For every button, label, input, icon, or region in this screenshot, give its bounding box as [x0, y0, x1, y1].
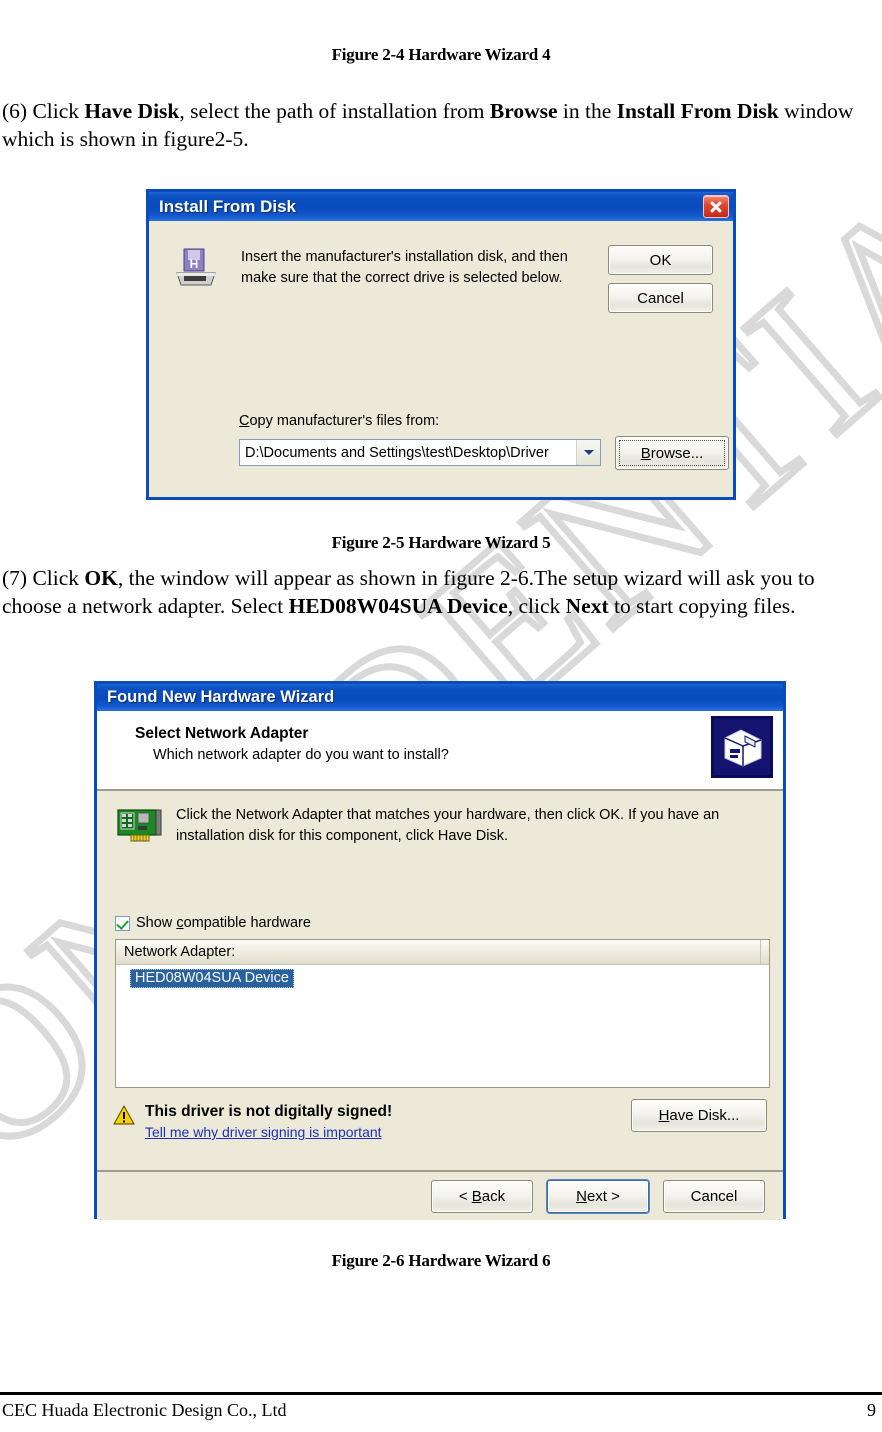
- have-disk-button[interactable]: Have Disk...: [631, 1099, 767, 1132]
- show-compatible-hardware-checkbox-row[interactable]: Show compatible hardware: [115, 915, 311, 931]
- footer-divider: [0, 1392, 882, 1395]
- par6-bold-browse: Browse: [489, 99, 558, 123]
- wizard-footer-buttons: < Back Next > Cancel: [431, 1180, 765, 1213]
- par7-bold-device: HED08W04SUA Device: [288, 593, 508, 618]
- network-card-icon: [117, 809, 162, 842]
- figure-caption-2-6: Figure 2-6 Hardware Wizard 6: [331, 1251, 551, 1270]
- next-button[interactable]: Next >: [547, 1180, 649, 1213]
- wizard-header-subtitle: Which network adapter do you want to ins…: [153, 747, 449, 763]
- footer-page-number: 9: [867, 1400, 876, 1420]
- wizard-body: Click the Network Adapter that matches y…: [97, 791, 783, 1170]
- copy-files-from-label: Copy manufacturer's files from:: [239, 413, 439, 429]
- paragraph-step-7: (7) Click OK, the window will appear as …: [2, 565, 864, 621]
- svg-text:H: H: [190, 257, 199, 271]
- par7-text-3: , click: [507, 593, 566, 618]
- driver-signing-warning-title: This driver is not digitally signed!: [145, 1103, 393, 1120]
- back-button[interactable]: < Back: [431, 1180, 533, 1213]
- network-adapter-column-header: Network Adapter:: [116, 940, 769, 965]
- figure-caption-2-5: Figure 2-5 Hardware Wizard 5: [331, 533, 551, 552]
- install-from-disk-title: Install From Disk: [159, 196, 296, 216]
- path-combobox[interactable]: D:\Documents and Settings\test\Desktop\D…: [239, 439, 601, 466]
- wizard-cancel-button-label: Cancel: [690, 1188, 738, 1205]
- install-from-disk-message-line2: make sure that the correct drive is sele…: [241, 269, 563, 286]
- par6-text-1: (6) Click: [2, 99, 85, 123]
- copy-files-from-rest: opy manufacturer's files from:: [249, 413, 440, 429]
- par7-text-4: to start copying files.: [608, 593, 796, 618]
- install-from-disk-message-line1: Insert the manufacturer's installation d…: [241, 249, 568, 265]
- paragraph-step-6: (6) Click Have Disk, select the path of …: [2, 98, 864, 154]
- install-from-disk-dialog: Install From Disk H Insert the manufactu…: [146, 189, 736, 500]
- wizard-instruction-line1: Click the Network Adapter that matches y…: [176, 807, 720, 823]
- network-adapter-listbox[interactable]: Network Adapter: HED08W04SUA Device: [115, 939, 770, 1088]
- warning-triangle-icon: [113, 1105, 135, 1125]
- copy-files-from-accel: C: [239, 413, 250, 429]
- wizard-instruction: Click the Network Adapter that matches y…: [176, 805, 746, 846]
- footer-company-name: CEC Huada Electronic Design Co., Ltd: [2, 1400, 287, 1420]
- document-page: Figure 2-4 Hardware Wizard 4 (6) Click H…: [0, 0, 882, 1432]
- wizard-title: Found New Hardware Wizard: [107, 688, 335, 706]
- list-item[interactable]: HED08W04SUA Device: [130, 969, 294, 988]
- path-combobox-value: D:\Documents and Settings\test\Desktop\D…: [245, 444, 549, 461]
- network-adapter-list-rows: HED08W04SUA Device: [116, 965, 769, 988]
- browse-button-label: Browse...: [640, 444, 704, 462]
- install-from-disk-message: Insert the manufacturer's installation d…: [241, 247, 591, 288]
- page-footer: CEC Huada Electronic Design Co., Ltd 9: [0, 1392, 882, 1432]
- back-button-label: < Back: [458, 1188, 506, 1205]
- cancel-button-label: Cancel: [637, 289, 684, 307]
- figure-caption-2-4: Figure 2-4 Hardware Wizard 4: [331, 45, 551, 64]
- found-new-hardware-wizard-dialog: Found New Hardware Wizard Select Network…: [94, 681, 786, 1220]
- cancel-button[interactable]: Cancel: [608, 283, 713, 313]
- wizard-footer: < Back Next > Cancel: [97, 1170, 783, 1220]
- browse-button[interactable]: Browse...: [615, 436, 729, 470]
- ok-button[interactable]: OK: [608, 245, 713, 275]
- driver-signing-warning: This driver is not digitally signed! Tel…: [113, 1103, 392, 1142]
- wizard-instruction-line2: installation disk for this component, cl…: [176, 827, 509, 844]
- network-hardware-icon: [711, 716, 773, 778]
- close-icon[interactable]: [703, 195, 729, 218]
- next-button-label: Next >: [576, 1188, 620, 1205]
- wizard-header: Select Network Adapter Which network ada…: [97, 711, 783, 791]
- have-disk-button-label: Have Disk...: [658, 1107, 740, 1124]
- par6-bold-install-from-disk: Install From Disk: [616, 99, 779, 123]
- chevron-down-icon[interactable]: [576, 440, 600, 465]
- par6-text-2: , select the path of installation from: [179, 99, 490, 123]
- par6-text-3: in the: [557, 99, 617, 123]
- par7-bold-next: Next: [565, 593, 609, 618]
- show-compatible-hardware-checkbox[interactable]: [115, 915, 130, 931]
- ok-button-label: OK: [649, 251, 672, 269]
- wizard-titlebar: Found New Hardware Wizard: [97, 684, 783, 711]
- wizard-cancel-button[interactable]: Cancel: [663, 1180, 765, 1213]
- driver-signing-help-link[interactable]: Tell me why driver signing is important: [145, 1124, 382, 1140]
- floppy-disk-icon: H: [176, 248, 216, 286]
- network-adapter-column-header-label: Network Adapter:: [124, 944, 236, 960]
- install-from-disk-body: H Insert the manufacturer's installation…: [149, 221, 733, 497]
- show-compatible-hardware-label: Show compatible hardware: [136, 915, 311, 931]
- wizard-header-title: Select Network Adapter: [135, 725, 309, 742]
- par7-bold-ok: OK: [84, 566, 118, 590]
- install-from-disk-titlebar: Install From Disk: [149, 192, 733, 221]
- par7-text-1: (7) Click: [2, 566, 85, 590]
- par6-bold-have-disk: Have Disk: [84, 99, 180, 123]
